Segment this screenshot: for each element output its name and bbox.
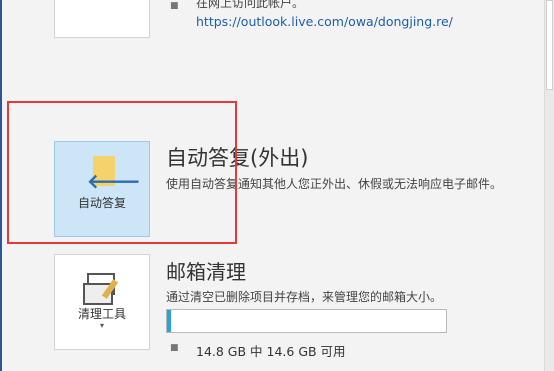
cleanup-tools-label: 清理工具 <box>77 307 126 321</box>
bullet-icon: ■ <box>170 343 179 353</box>
cleanup-tools-icon <box>83 269 121 305</box>
bullet-icon: ■ <box>170 1 179 11</box>
mailbox-cleanup-description: 通过清空已删除项目并存档，来管理您的邮箱大小。 <box>166 290 443 304</box>
mailbox-usage-fill <box>167 310 171 332</box>
vertical-scrollbar[interactable] <box>544 0 554 371</box>
mailbox-usage-bar <box>166 309 447 333</box>
cleanup-tools-button[interactable]: 清理工具 ▾ <box>54 254 150 350</box>
access-online-text: 在网上访问此帐户。 <box>196 0 305 10</box>
mailbox-cleanup-title: 邮箱清理 <box>166 260 246 284</box>
account-settings-tile[interactable] <box>54 0 150 38</box>
window-left-border <box>0 0 2 371</box>
highlight-box <box>7 101 237 244</box>
chevron-down-icon: ▾ <box>99 321 104 330</box>
mailbox-usage-text: 14.8 GB 中 14.6 GB 可用 <box>196 344 346 359</box>
scrollbar-thumb[interactable] <box>546 0 553 90</box>
outlook-web-link[interactable]: https://outlook.live.com/owa/dongjing.re… <box>196 14 453 29</box>
